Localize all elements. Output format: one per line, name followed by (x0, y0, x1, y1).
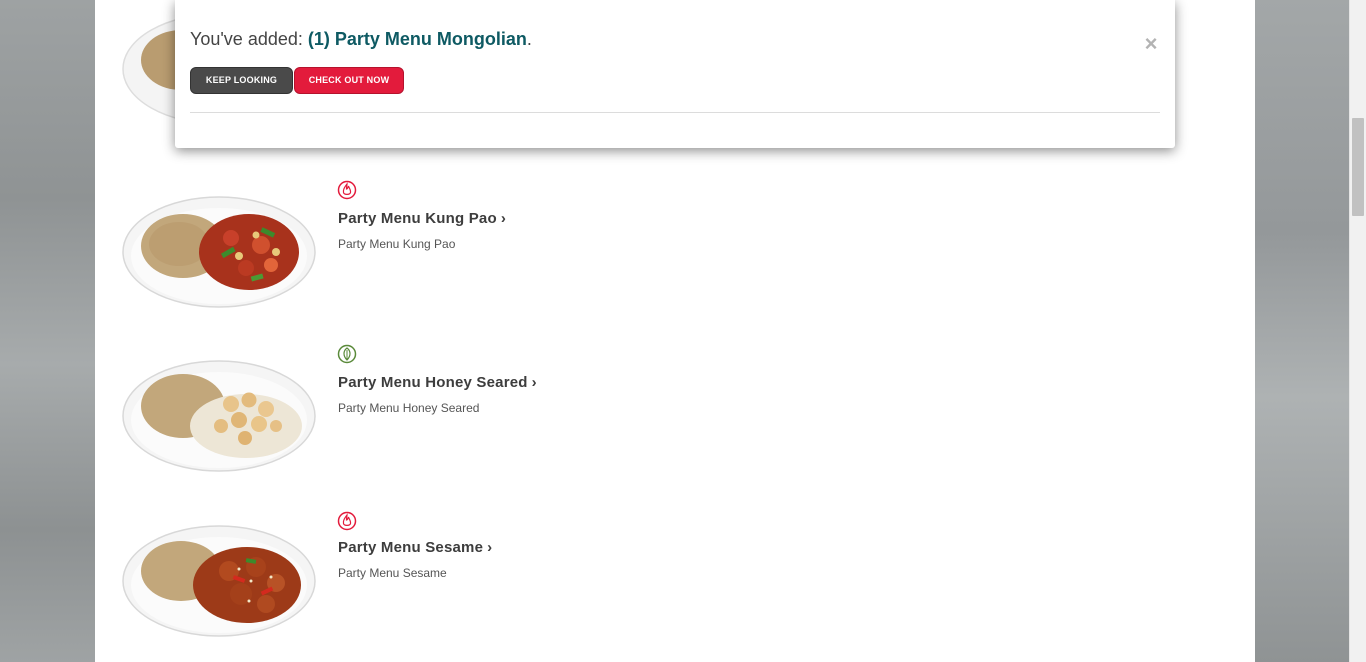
item-title-link[interactable]: Party Menu Sesame › (338, 539, 492, 556)
item-title-link[interactable]: Party Menu Honey Seared › (338, 374, 537, 391)
chevron-right-icon: › (531, 374, 537, 391)
keep-looking-button[interactable]: KEEP LOOKING (190, 67, 293, 94)
list-item[interactable]: Party Menu Honey Seared › Party Menu Hone… (95, 344, 1255, 494)
vegetarian-leaf-icon (337, 344, 357, 364)
added-message-suffix: . (526, 29, 532, 49)
item-title[interactable]: Party Menu Honey Seared (338, 374, 528, 391)
spicy-icon (337, 180, 357, 200)
food-image[interactable] (121, 519, 317, 637)
food-image[interactable] (121, 190, 317, 308)
added-message: You've added: (1) Party Menu Mongolian. (190, 29, 532, 50)
item-description: Party Menu Honey Seared (338, 401, 480, 415)
item-description: Party Menu Sesame (338, 566, 447, 580)
background-right (1255, 0, 1349, 662)
check-out-now-button[interactable]: CHECK OUT NOW (294, 67, 404, 94)
list-item[interactable]: Party Menu Sesame › Party Menu Sesame (95, 509, 1255, 659)
close-icon[interactable]: × (1141, 32, 1161, 56)
food-image[interactable] (121, 354, 317, 472)
chevron-right-icon: › (487, 539, 493, 556)
background-left (0, 0, 95, 662)
spicy-icon (337, 511, 357, 531)
list-item[interactable]: Party Menu Kung Pao › Party Menu Kung Pao (95, 180, 1255, 330)
item-title[interactable]: Party Menu Sesame (338, 539, 483, 556)
item-title[interactable]: Party Menu Kung Pao (338, 210, 497, 227)
item-description: Party Menu Kung Pao (338, 237, 456, 251)
added-to-cart-popup: You've added: (1) Party Menu Mongolian. … (175, 0, 1175, 148)
added-message-prefix: You've added: (190, 29, 308, 49)
item-title-link[interactable]: Party Menu Kung Pao › (338, 210, 506, 227)
chevron-right-icon: › (500, 210, 507, 227)
vertical-scrollbar[interactable] (1349, 0, 1366, 662)
divider (190, 112, 1160, 113)
added-item-name: (1) Party Menu Mongolian (307, 29, 527, 49)
scrollbar-thumb[interactable] (1352, 118, 1364, 216)
